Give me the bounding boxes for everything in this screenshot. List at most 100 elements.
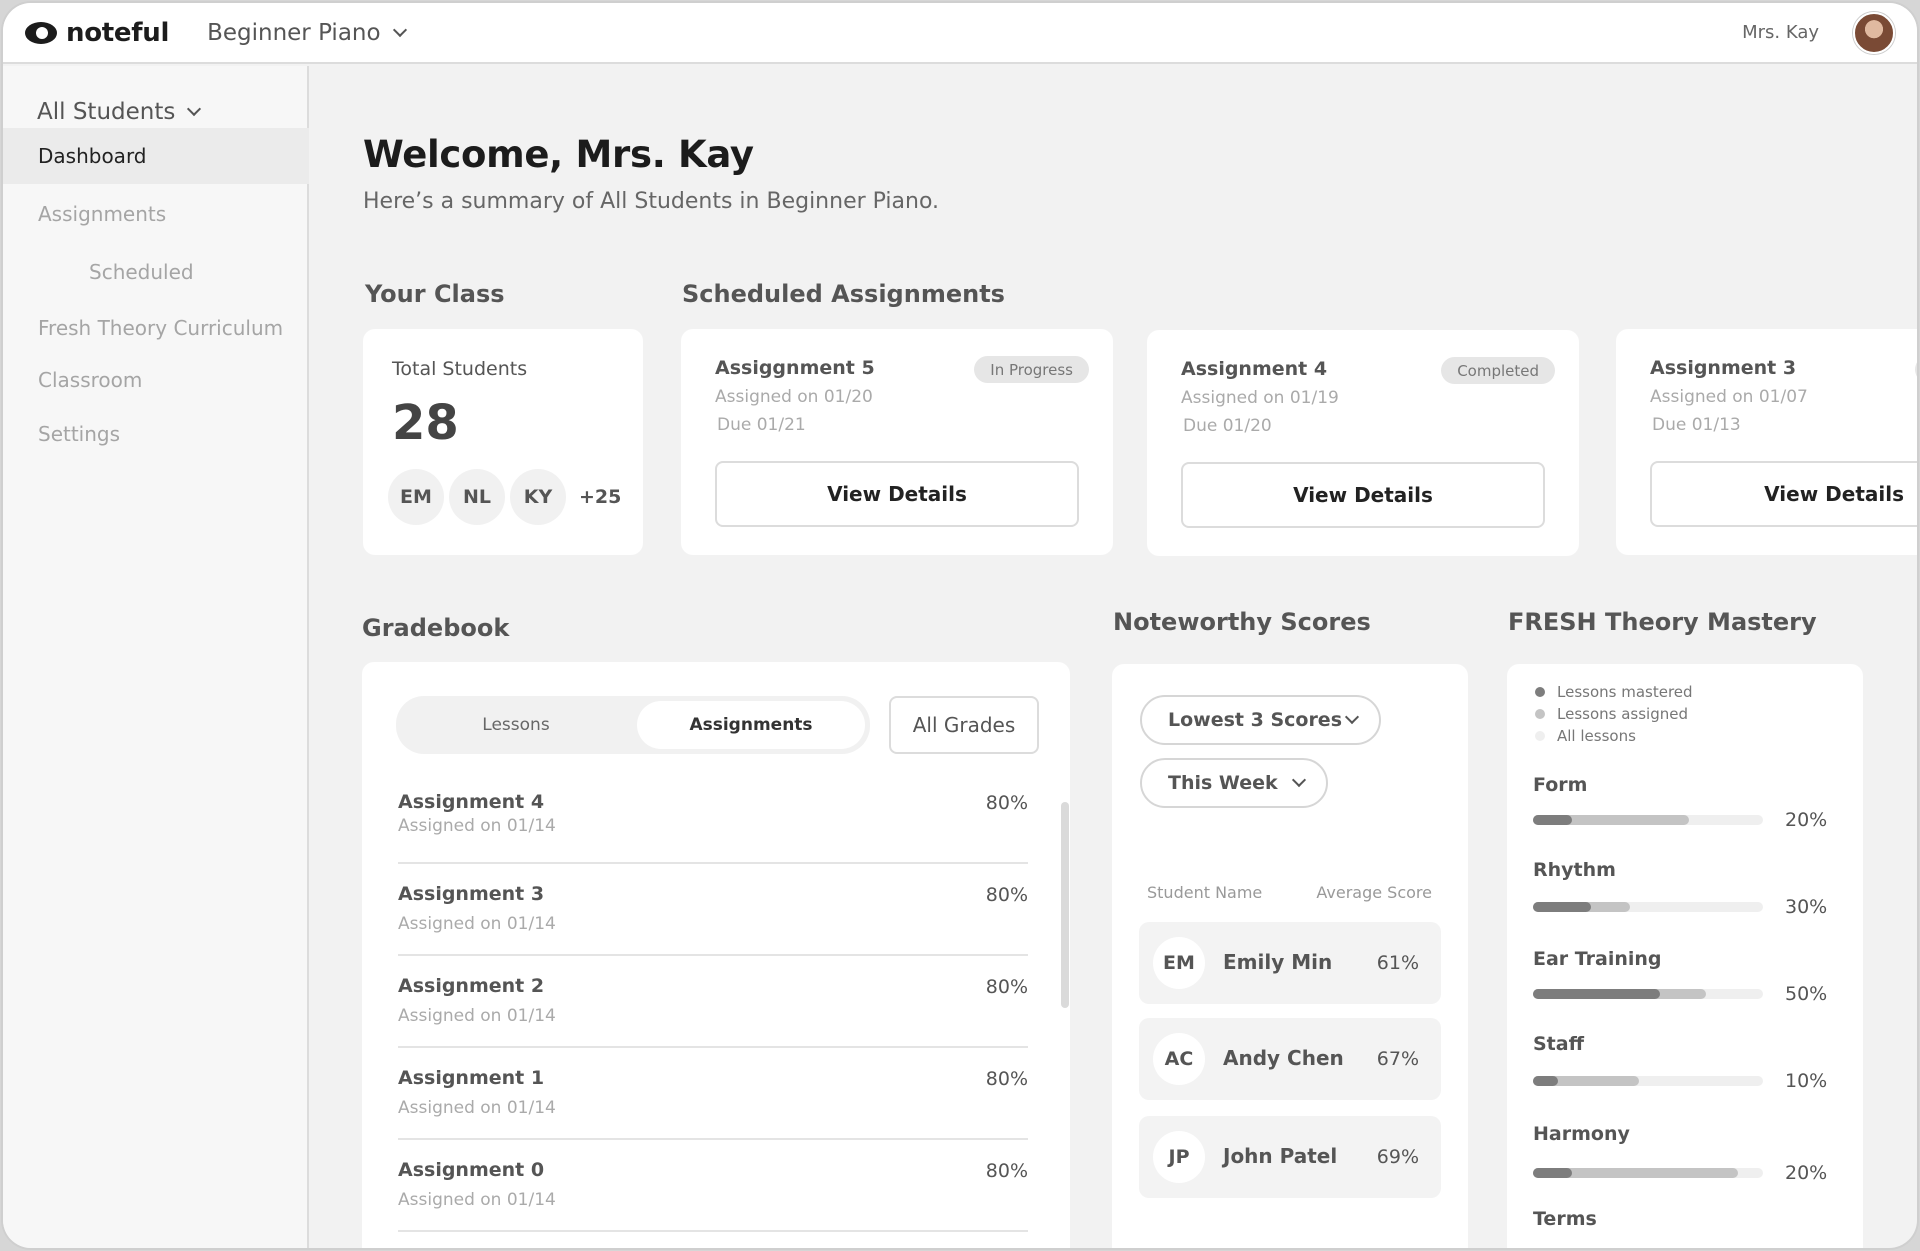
mastered-fill bbox=[1533, 989, 1660, 999]
student-avatar[interactable]: EM bbox=[388, 469, 444, 525]
student-name: John Patel bbox=[1223, 1144, 1338, 1168]
legend-item: All lessons bbox=[1535, 727, 1636, 745]
column-header-average-score: Average Score bbox=[1316, 883, 1432, 902]
sidebar-item-fresh-theory[interactable]: Fresh Theory Curriculum bbox=[3, 308, 309, 348]
view-details-button[interactable]: View Details bbox=[1181, 462, 1545, 528]
logo-icon bbox=[25, 21, 57, 44]
legend-label: Lessons assigned bbox=[1557, 705, 1688, 723]
topic-percent: 10% bbox=[1785, 1070, 1828, 1092]
student-avatar[interactable]: KY bbox=[510, 469, 566, 525]
mastered-fill bbox=[1533, 1168, 1573, 1178]
assigned-date: Assigned on 01/20 bbox=[715, 387, 873, 407]
status-badge: In Progress bbox=[974, 356, 1089, 383]
app-window: noteful Beginner Piano Mrs. Kay All Stud… bbox=[3, 3, 1917, 1248]
noteworthy-heading: Noteworthy Scores bbox=[1113, 608, 1371, 636]
gradebook-tab-switch: Lessons Assignments bbox=[396, 696, 870, 754]
sidebar-item-label: Classroom bbox=[38, 368, 143, 392]
period-filter-label: This Week bbox=[1168, 772, 1278, 794]
sidebar-item-label: Scheduled bbox=[89, 260, 194, 284]
table-row[interactable]: Assignment 4 Assigned on 01/14 80% bbox=[398, 772, 1028, 864]
table-row[interactable]: Assignment 1 Assigned on 01/14 80% bbox=[398, 1048, 1028, 1140]
gradebook-card: Lessons Assignments All Grades Assignmen… bbox=[362, 662, 1070, 1248]
mastery-card: Lessons mastered Lessons assigned All le… bbox=[1507, 664, 1863, 1248]
student-name: Emily Min bbox=[1223, 950, 1333, 974]
topic-name: Staff bbox=[1533, 1033, 1584, 1055]
chevron-down-icon bbox=[392, 22, 407, 37]
grades-filter-button[interactable]: All Grades bbox=[889, 696, 1039, 754]
sidebar-item-scheduled[interactable]: Scheduled bbox=[3, 252, 309, 292]
topic-percent: 50% bbox=[1785, 983, 1828, 1005]
students-filter-label: All Students bbox=[37, 99, 176, 125]
student-score: 61% bbox=[1376, 952, 1419, 974]
assignment-name: Assignment 0 bbox=[398, 1159, 545, 1181]
student-avatar[interactable]: NL bbox=[449, 469, 505, 525]
topic-progress-bar bbox=[1533, 902, 1763, 912]
assignment-score: 80% bbox=[985, 976, 1028, 998]
score-filter-label: Lowest 3 Scores bbox=[1168, 709, 1343, 731]
mastery-heading: FRESH Theory Mastery bbox=[1508, 608, 1817, 636]
assignment-name: Assignment 3 bbox=[398, 883, 545, 905]
user-avatar[interactable] bbox=[1853, 11, 1895, 54]
due-date: Due 01/13 bbox=[1652, 415, 1741, 435]
topic-name: Rhythm bbox=[1533, 859, 1616, 881]
sidebar-item-label: Settings bbox=[38, 422, 121, 446]
mastered-fill bbox=[1533, 1076, 1559, 1086]
topic-name: Form bbox=[1533, 774, 1588, 796]
logo[interactable]: noteful bbox=[25, 18, 169, 48]
class-card: Total Students 28 EM NL KY +25 bbox=[363, 329, 643, 555]
assignment-name: Assignment 4 bbox=[398, 791, 545, 813]
assignment-title: Assignment 3 bbox=[1650, 357, 1797, 379]
assigned-date: Assigned on 01/19 bbox=[1181, 388, 1339, 408]
status-badge: Completed bbox=[1441, 357, 1555, 384]
assigned-date: Assigned on 01/14 bbox=[398, 1190, 556, 1210]
noteworthy-card: Lowest 3 Scores This Week Student Name A… bbox=[1112, 664, 1468, 1248]
table-row[interactable]: Assignment 3 Assigned on 01/14 80% bbox=[398, 864, 1028, 956]
topic-name: Harmony bbox=[1533, 1123, 1630, 1145]
course-label: Beginner Piano bbox=[207, 19, 381, 46]
period-filter-select[interactable]: This Week bbox=[1140, 758, 1328, 808]
chevron-down-icon bbox=[1344, 709, 1360, 725]
topic-percent: 20% bbox=[1785, 809, 1828, 831]
page-title: Welcome, Mrs. Kay bbox=[363, 133, 754, 176]
assignment-name: Assignment 1 bbox=[398, 1067, 545, 1089]
students-filter[interactable]: All Students bbox=[37, 99, 202, 125]
gradebook-scrollbar[interactable] bbox=[1061, 802, 1069, 1008]
assignment-title: Assiggnment 5 bbox=[715, 357, 875, 379]
sidebar-item-assignments[interactable]: Assignments bbox=[3, 194, 309, 234]
sidebar-item-settings[interactable]: Settings bbox=[3, 414, 309, 454]
sidebar-item-label: Dashboard bbox=[38, 144, 147, 168]
view-details-button[interactable]: View Details bbox=[1650, 461, 1917, 527]
list-item[interactable]: EM Emily Min 61% bbox=[1139, 922, 1441, 1004]
mastered-fill bbox=[1533, 815, 1573, 825]
assignment-score: 80% bbox=[985, 1160, 1028, 1182]
sidebar-item-classroom[interactable]: Classroom bbox=[3, 360, 309, 400]
assigned-date: Assigned on 01/14 bbox=[398, 914, 556, 934]
table-row[interactable]: Assignment 2 Assigned on 01/14 80% bbox=[398, 956, 1028, 1048]
sidebar: All Students Dashboard Assignments Sched… bbox=[3, 66, 309, 1248]
student-avatar: JP bbox=[1153, 1131, 1205, 1183]
assignment-score: 80% bbox=[985, 792, 1028, 814]
user-name: Mrs. Kay bbox=[1742, 22, 1819, 43]
table-row[interactable]: Assignment 0 Assigned on 01/14 80% bbox=[398, 1140, 1028, 1232]
assignment-card: Assignment 4 Completed Assigned on 01/19… bbox=[1147, 330, 1579, 556]
legend-label: All lessons bbox=[1557, 727, 1636, 745]
student-score: 69% bbox=[1376, 1146, 1419, 1168]
legend-item: Lessons mastered bbox=[1535, 683, 1693, 701]
legend-label: Lessons mastered bbox=[1557, 683, 1693, 701]
student-avatar: AC bbox=[1153, 1033, 1205, 1085]
score-filter-select[interactable]: Lowest 3 Scores bbox=[1140, 695, 1381, 745]
list-item[interactable]: AC Andy Chen 67% bbox=[1139, 1018, 1441, 1100]
course-select[interactable]: Beginner Piano bbox=[207, 19, 407, 46]
tab-lessons[interactable]: Lessons bbox=[401, 701, 631, 749]
sidebar-item-label: Assignments bbox=[38, 202, 167, 226]
list-item[interactable]: JP John Patel 69% bbox=[1139, 1116, 1441, 1198]
tab-assignments[interactable]: Assignments bbox=[637, 701, 865, 749]
view-details-button[interactable]: View Details bbox=[715, 461, 1079, 527]
student-avatar: EM bbox=[1153, 937, 1205, 989]
assigned-date: Assigned on 01/14 bbox=[398, 816, 556, 836]
legend-swatch bbox=[1535, 731, 1545, 741]
sidebar-item-dashboard[interactable]: Dashboard bbox=[3, 128, 309, 184]
topic-percent: 20% bbox=[1785, 1162, 1828, 1184]
topic-progress-bar bbox=[1533, 815, 1763, 825]
more-students-count[interactable]: +25 bbox=[579, 486, 621, 508]
